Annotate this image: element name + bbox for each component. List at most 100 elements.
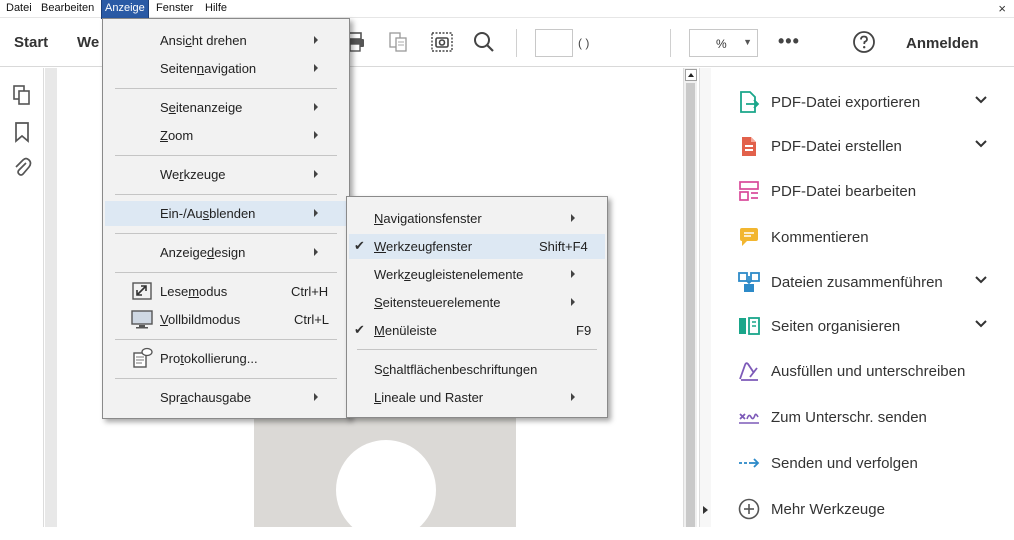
submenu-arrow-icon bbox=[571, 393, 575, 401]
chevron-down-icon[interactable] bbox=[973, 136, 989, 152]
menu-datei[interactable]: Datei bbox=[3, 0, 35, 18]
tab-start[interactable]: Start bbox=[14, 34, 48, 51]
menu-item-page-display[interactable]: Seitenanzeige bbox=[105, 95, 347, 120]
submenu-arrow-icon bbox=[314, 64, 318, 72]
tool-organize-pages[interactable]: Seiten organisieren bbox=[711, 306, 1014, 346]
menu-separator bbox=[115, 272, 337, 273]
menu-separator bbox=[115, 233, 337, 234]
menu-bar: Datei Bearbeiten Anzeige Fenster Hilfe × bbox=[0, 0, 1014, 19]
tool-send-track[interactable]: Senden und verfolgen bbox=[711, 443, 1014, 483]
reduce-file-icon[interactable] bbox=[386, 30, 410, 54]
attachment-icon[interactable] bbox=[11, 156, 33, 178]
chevron-down-icon[interactable] bbox=[973, 92, 989, 108]
submenu-arrow-icon bbox=[314, 170, 318, 178]
export-pdf-icon bbox=[740, 91, 760, 113]
shortcut-label: Shift+F4 bbox=[539, 239, 588, 254]
tool-combine-files[interactable]: Dateien zusammenführen bbox=[711, 262, 1014, 302]
zoom-select[interactable]: % ▼ bbox=[689, 29, 758, 57]
menu-item-menu-bar[interactable]: ✔ Menüleiste F9 bbox=[349, 318, 605, 343]
tool-label: PDF-Datei bearbeiten bbox=[771, 183, 917, 200]
menu-item-tools-pane[interactable]: ✔ Werkzeugfenster Shift+F4 bbox=[349, 234, 605, 259]
vertical-scrollbar[interactable] bbox=[683, 68, 697, 527]
submenu-arrow-icon bbox=[314, 103, 318, 111]
menu-item-rulers-grids[interactable]: Lineale und Raster bbox=[349, 385, 605, 410]
tool-fill-sign[interactable]: Ausfüllen und unterschreiben bbox=[711, 351, 1014, 391]
submenu-arrow-icon bbox=[314, 248, 318, 256]
plus-circle-icon bbox=[738, 498, 760, 520]
scrollbar-thumb[interactable] bbox=[686, 83, 695, 527]
menu-item-tools[interactable]: Werkzeuge bbox=[105, 162, 347, 187]
menu-item-page-controls[interactable]: Seitensteuerelemente bbox=[349, 290, 605, 315]
search-icon[interactable] bbox=[472, 30, 496, 54]
tool-export-pdf[interactable]: PDF-Datei exportieren bbox=[711, 82, 1014, 122]
tool-create-pdf[interactable]: PDF-Datei erstellen bbox=[711, 126, 1014, 166]
tool-label: Ausfüllen und unterschreiben bbox=[771, 363, 966, 380]
send-track-icon bbox=[739, 458, 760, 468]
tool-edit-pdf[interactable]: PDF-Datei bearbeiten bbox=[711, 171, 1014, 211]
menu-item-read-out-loud[interactable]: Sprachausgabe bbox=[105, 385, 347, 410]
menu-item-button-labels[interactable]: Schaltflächenbeschriftungen bbox=[349, 357, 605, 382]
sign-in-button[interactable]: Anmelden bbox=[906, 35, 979, 52]
menu-item-full-screen[interactable]: Vollbildmodus Ctrl+L bbox=[105, 307, 347, 332]
shortcut-label: Ctrl+L bbox=[294, 312, 330, 327]
submenu-arrow-icon bbox=[571, 298, 575, 306]
help-icon[interactable] bbox=[852, 30, 876, 54]
tool-label: PDF-Datei erstellen bbox=[771, 138, 902, 155]
more-options-button[interactable]: ••• bbox=[778, 31, 800, 52]
page-thumbnails-icon[interactable] bbox=[11, 84, 33, 106]
collapse-right-pane-button[interactable] bbox=[699, 68, 711, 527]
menu-item-rotate-view[interactable]: Ansicht drehen bbox=[105, 28, 347, 53]
shortcut-label: F9 bbox=[576, 323, 592, 338]
submenu-arrow-icon bbox=[314, 393, 318, 401]
menu-separator bbox=[115, 378, 337, 379]
tools-pane: PDF-Datei exportieren PDF-Datei erstelle… bbox=[711, 68, 1014, 527]
menu-separator bbox=[115, 194, 337, 195]
menu-item-show-hide[interactable]: Ein-/Ausblenden bbox=[105, 201, 347, 226]
tool-label: Seiten organisieren bbox=[771, 318, 901, 335]
close-document-button[interactable]: × bbox=[998, 1, 1006, 16]
menu-anzeige[interactable]: Anzeige bbox=[101, 0, 149, 19]
toolbar-divider bbox=[670, 29, 671, 57]
bookmark-icon[interactable] bbox=[11, 121, 33, 143]
tool-send-for-signature[interactable]: Zum Unterschr. senden bbox=[711, 397, 1014, 437]
menu-item-navigation-panes[interactable]: Navigationsfenster bbox=[349, 206, 605, 231]
chevron-down-icon: ▼ bbox=[743, 37, 752, 47]
menu-item-zoom[interactable]: Zoom bbox=[105, 123, 347, 148]
tool-label: PDF-Datei exportieren bbox=[771, 94, 921, 111]
tool-label: Kommentieren bbox=[771, 229, 869, 246]
menu-separator bbox=[115, 88, 337, 89]
scroll-up-button[interactable] bbox=[685, 69, 697, 81]
combine-files-icon bbox=[738, 272, 760, 292]
tool-label: Dateien zusammenführen bbox=[771, 274, 943, 291]
menu-hilfe[interactable]: Hilfe bbox=[202, 0, 230, 18]
fill-sign-icon bbox=[739, 362, 758, 381]
menu-item-display-theme[interactable]: Anzeigedesign bbox=[105, 240, 347, 265]
menu-separator bbox=[357, 349, 597, 350]
zoom-value: % bbox=[716, 37, 727, 51]
tab-werkzeuge[interactable]: We bbox=[77, 34, 99, 51]
menu-separator bbox=[115, 155, 337, 156]
tool-more-tools[interactable]: Mehr Werkzeuge bbox=[711, 489, 1014, 529]
menu-item-logging[interactable]: Protokollierung... bbox=[105, 346, 347, 371]
comment-icon bbox=[740, 228, 758, 246]
show-hide-submenu: Navigationsfenster ✔ Werkzeugfenster Shi… bbox=[346, 196, 608, 418]
menu-bearbeiten[interactable]: Bearbeiten bbox=[38, 0, 97, 18]
tool-comment[interactable]: Kommentieren bbox=[711, 217, 1014, 257]
chevron-down-icon[interactable] bbox=[973, 316, 989, 332]
document-graphic-circle bbox=[336, 440, 436, 540]
menu-item-toolbar-items[interactable]: Werkzeugleistenelemente bbox=[349, 262, 605, 287]
snapshot-camera-icon[interactable] bbox=[430, 30, 454, 54]
logging-icon bbox=[133, 347, 153, 368]
left-navigation-rail bbox=[0, 68, 44, 527]
organize-pages-icon bbox=[739, 317, 760, 335]
menu-fenster[interactable]: Fenster bbox=[153, 0, 196, 18]
chevron-down-icon[interactable] bbox=[973, 272, 989, 288]
menu-item-page-navigation[interactable]: Seitennavigation bbox=[105, 56, 347, 81]
full-screen-icon bbox=[131, 310, 153, 329]
menu-separator bbox=[115, 339, 337, 340]
submenu-arrow-icon bbox=[571, 270, 575, 278]
page-number-input[interactable] bbox=[535, 29, 573, 57]
submenu-arrow-icon bbox=[314, 131, 318, 139]
menu-item-read-mode[interactable]: Lesemodus Ctrl+H bbox=[105, 279, 347, 304]
submenu-arrow-icon bbox=[314, 209, 318, 217]
